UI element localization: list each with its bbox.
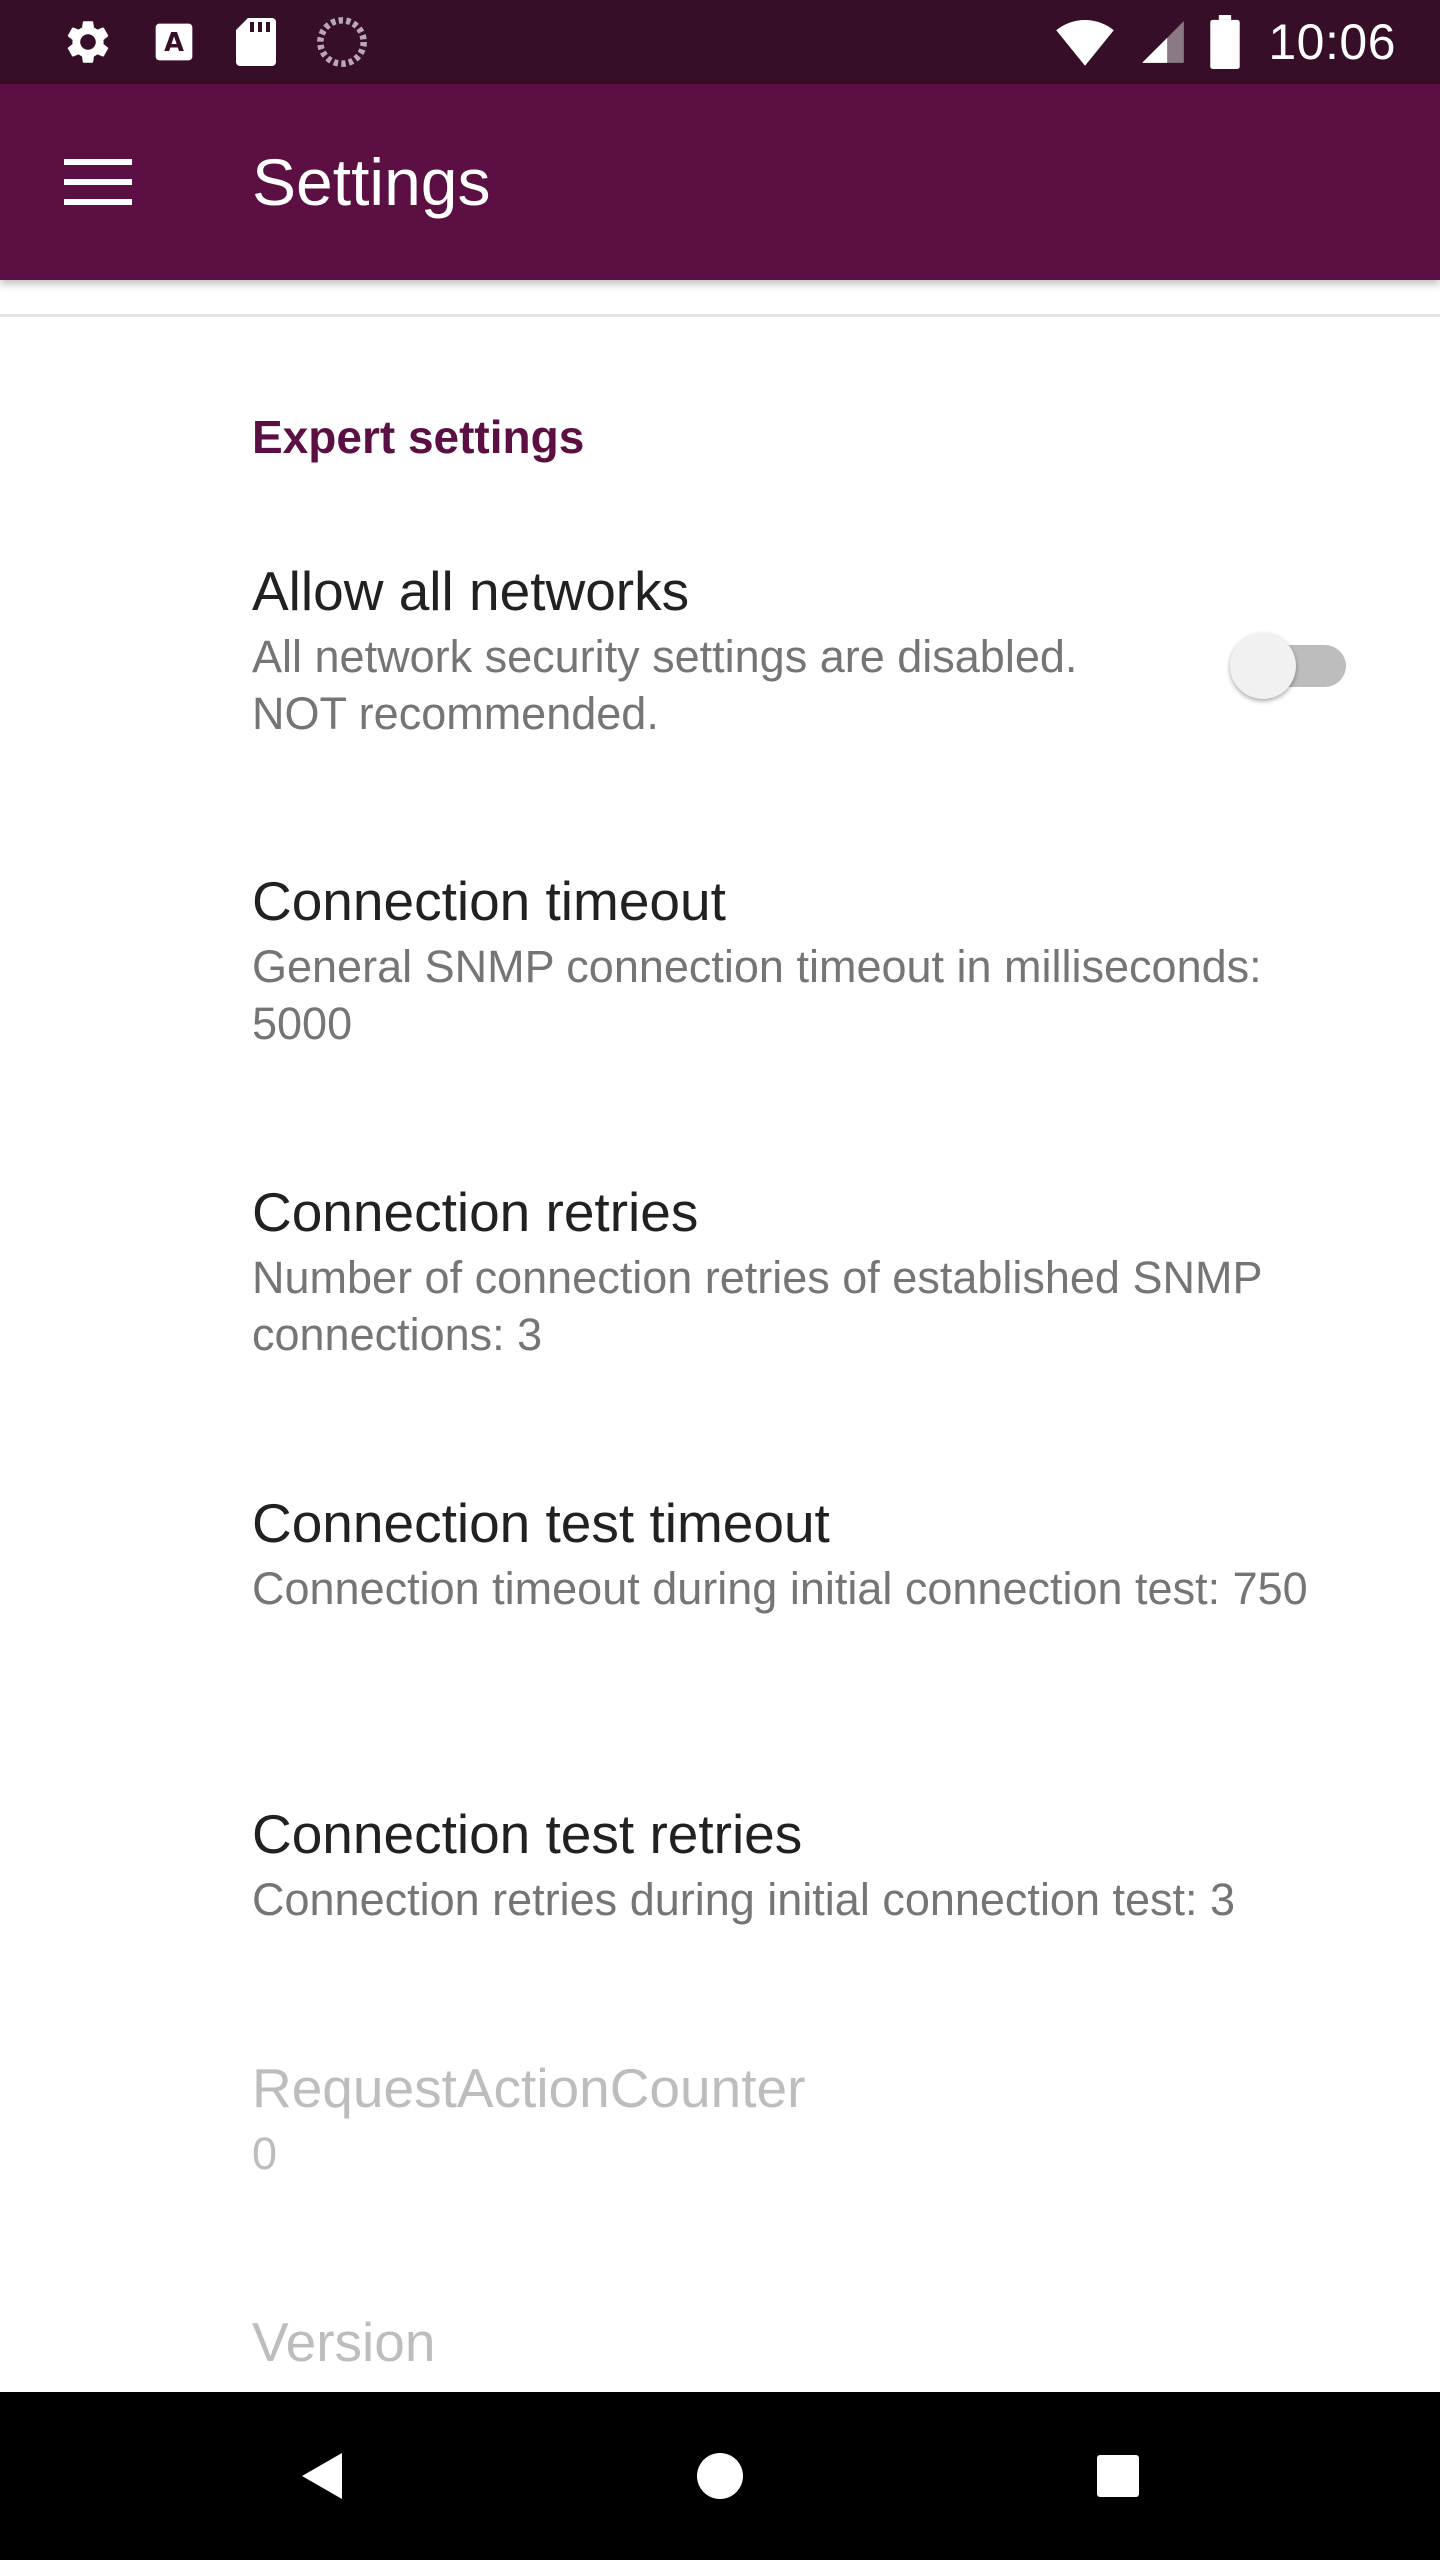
navigation-bar bbox=[0, 2392, 1440, 2560]
pref-connection-timeout[interactable]: Connection timeout General SNMP connecti… bbox=[252, 868, 1372, 1052]
section-header-expert-settings: Expert settings bbox=[252, 411, 585, 463]
pref-title: Allow all networks bbox=[252, 560, 690, 622]
settings-list[interactable]: Expert settings Allow all networks All n… bbox=[0, 280, 1440, 2392]
allow-all-networks-switch[interactable] bbox=[1230, 624, 1348, 699]
pref-title: Connection timeout bbox=[252, 870, 726, 932]
battery-icon bbox=[1210, 15, 1241, 69]
home-icon[interactable] bbox=[666, 2422, 774, 2530]
settings-screen: A 10:06 Settings Expert settings Allow a… bbox=[0, 0, 1440, 2560]
loading-icon bbox=[316, 16, 368, 68]
divider bbox=[0, 314, 1440, 317]
pref-title: Connection test retries bbox=[252, 1803, 803, 1865]
hamburger-menu-icon[interactable] bbox=[44, 128, 152, 236]
pref-version: Version bbox=[252, 2309, 1372, 2375]
status-bar: A 10:06 bbox=[0, 0, 1440, 84]
settings-icon bbox=[62, 16, 114, 68]
pref-summary: General SNMP connection timeout in milli… bbox=[252, 941, 1262, 1049]
pref-title: Version bbox=[252, 2311, 436, 2373]
pref-connection-test-timeout[interactable]: Connection test timeout Connection timeo… bbox=[252, 1490, 1372, 1617]
pref-summary: Connection timeout during initial connec… bbox=[252, 1563, 1308, 1614]
status-left-icons: A bbox=[62, 16, 406, 68]
pref-title: Connection test timeout bbox=[252, 1492, 830, 1554]
recents-icon[interactable] bbox=[1064, 2422, 1172, 2530]
pref-connection-retries[interactable]: Connection retries Number of connection … bbox=[252, 1179, 1372, 1363]
svg-text:A: A bbox=[164, 28, 184, 58]
status-time: 10:06 bbox=[1268, 14, 1396, 70]
wifi-icon bbox=[1054, 17, 1116, 67]
pref-title: RequestActionCounter bbox=[252, 2057, 806, 2119]
app-bar: Settings bbox=[0, 84, 1440, 280]
pref-summary: 0 bbox=[252, 2128, 278, 2179]
back-icon[interactable] bbox=[268, 2422, 376, 2530]
sd-card-icon bbox=[234, 18, 278, 66]
pref-connection-test-retries[interactable]: Connection test retries Connection retri… bbox=[252, 1801, 1372, 1928]
pref-request-action-counter: RequestActionCounter 0 bbox=[252, 2055, 1372, 2182]
pref-title: Connection retries bbox=[252, 1181, 699, 1243]
status-right-icons: 10:06 bbox=[1032, 13, 1396, 71]
switch-thumb bbox=[1230, 633, 1296, 699]
text-a-icon: A bbox=[152, 20, 196, 64]
cell-signal-icon bbox=[1138, 17, 1188, 67]
page-title: Settings bbox=[252, 145, 491, 219]
pref-summary: Number of connection retries of establis… bbox=[252, 1252, 1262, 1360]
pref-allow-all-networks[interactable]: Allow all networks All network security … bbox=[252, 558, 1172, 742]
pref-summary: All network security settings are disabl… bbox=[252, 631, 1078, 739]
pref-summary: Connection retries during initial connec… bbox=[252, 1874, 1236, 1925]
